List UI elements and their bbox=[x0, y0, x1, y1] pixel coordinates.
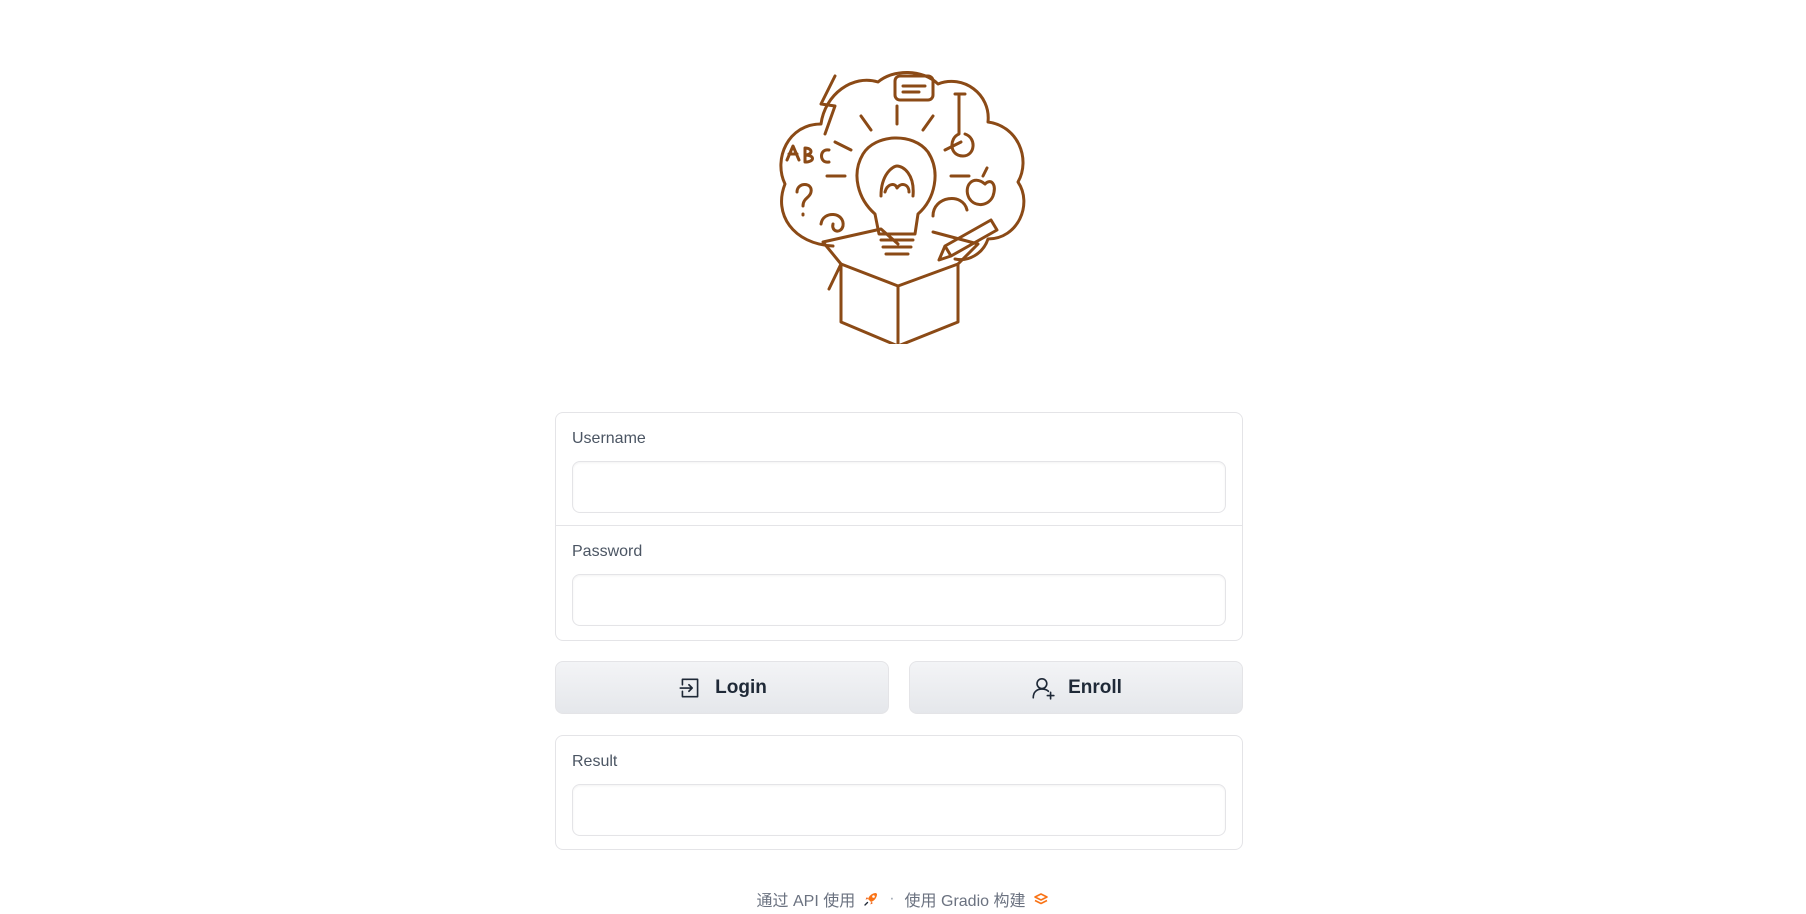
result-panel: Result bbox=[555, 735, 1243, 850]
login-button[interactable]: Login bbox=[555, 661, 889, 714]
login-icon bbox=[677, 675, 703, 701]
enroll-button-label: Enroll bbox=[1068, 676, 1122, 698]
username-label: Username bbox=[572, 430, 646, 447]
password-field: Password bbox=[556, 525, 1242, 638]
gradio-logo-icon bbox=[1033, 891, 1049, 907]
result-field: Result bbox=[556, 736, 1242, 848]
api-link-label: 通过 API 使用 bbox=[756, 893, 856, 910]
rocket-icon bbox=[863, 891, 879, 907]
result-label: Result bbox=[572, 753, 618, 770]
gradio-link-label: 使用 Gradio 构建 bbox=[904, 893, 1026, 910]
password-label: Password bbox=[572, 543, 643, 560]
password-input[interactable] bbox=[572, 574, 1226, 626]
api-link[interactable]: 通过 API 使用 bbox=[757, 887, 880, 911]
login-form: Username Password bbox=[555, 412, 1243, 641]
footer-separator: · bbox=[889, 890, 895, 907]
username-field: Username bbox=[556, 413, 1242, 525]
username-input[interactable] bbox=[572, 461, 1226, 513]
idea-box-icon bbox=[779, 71, 1026, 344]
result-output[interactable] bbox=[572, 784, 1226, 836]
footer: 通过 API 使用 · 使用 Gradio 构建 bbox=[0, 888, 1806, 910]
add-user-icon bbox=[1030, 675, 1056, 701]
gradio-link[interactable]: 使用 Gradio 构建 bbox=[905, 887, 1050, 911]
login-button-label: Login bbox=[715, 676, 767, 698]
app-logo bbox=[763, 64, 1033, 344]
enroll-button[interactable]: Enroll bbox=[909, 661, 1243, 714]
